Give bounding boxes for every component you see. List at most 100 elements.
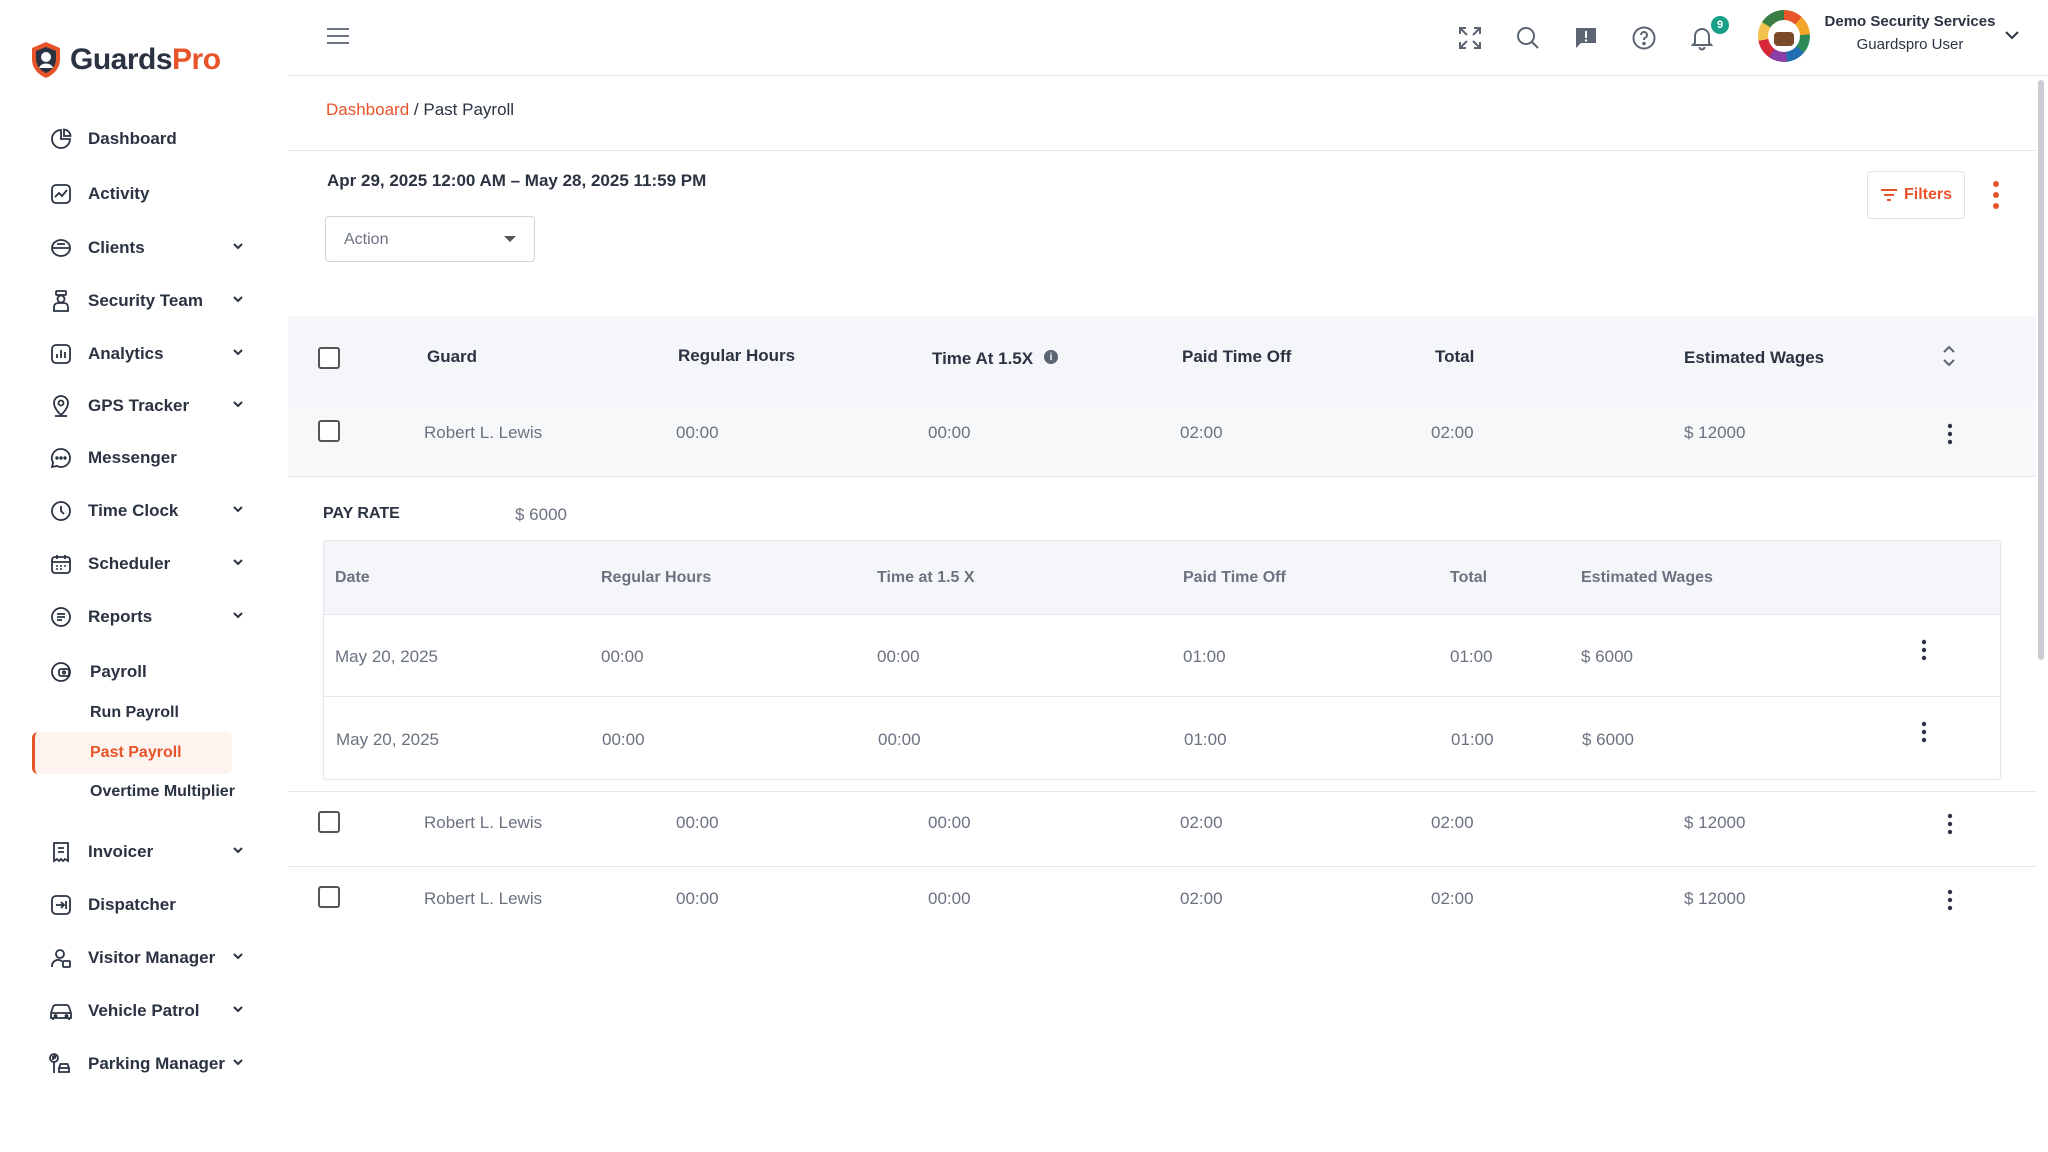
sidebar-item-label: Reports [88,607,153,626]
select-all-checkbox[interactable] [318,347,340,369]
breadcrumb-current: Past Payroll [423,100,515,119]
cell-paid-time-off: 02:00 [1180,423,1223,442]
help-icon [1632,26,1656,50]
analytics-icon [48,341,74,367]
search-button[interactable] [1512,22,1544,54]
sidebar-item-dispatcher[interactable]: Dispatcher [48,885,258,925]
cell-total: 01:00 [1450,647,1493,666]
fullscreen-button[interactable] [1454,22,1486,54]
column-header-time-1-5x: Time at 1.5 X [877,569,975,586]
sidebar-subitem-run-payroll[interactable]: Run Payroll [90,704,179,722]
sidebar-item-time-clock[interactable]: Time Clock [48,491,258,531]
column-header-guard[interactable]: Guard [427,347,477,367]
sidebar-item-gps-tracker[interactable]: GPS Tracker [48,386,258,426]
sidebar-item-dashboard[interactable]: Dashboard [48,119,258,159]
row-checkbox[interactable] [318,420,340,442]
caret-down-icon [504,236,516,242]
clock-icon [48,498,74,524]
reports-icon [48,604,74,630]
info-icon[interactable]: i [1044,350,1058,364]
column-header-total[interactable]: Total [1435,347,1474,367]
calendar-icon [48,551,74,577]
row-checkbox[interactable] [318,886,340,908]
cell-paid-time-off: 02:00 [1180,813,1223,832]
sidebar-item-security-team[interactable]: Security Team [48,281,258,321]
sidebar-item-activity[interactable]: Activity [48,174,258,214]
more-options-button[interactable] [1992,180,2000,210]
column-header-estimated-wages[interactable]: Estimated Wages [1684,348,1824,368]
parking-icon [48,1051,74,1077]
chevron-down-icon [2005,31,2019,40]
breadcrumb-separator: / [413,100,419,119]
cell-total: 02:00 [1431,813,1474,832]
sidebar-item-clients[interactable]: Clients [48,228,258,268]
help-button[interactable] [1628,22,1660,54]
user-menu-toggle[interactable] [2004,30,2020,40]
date-range: Apr 29, 2025 12:00 AM – May 28, 2025 11:… [327,171,707,190]
row-actions-button[interactable] [1946,423,1954,445]
feedback-button[interactable] [1570,22,1602,54]
sidebar-item-reports[interactable]: Reports [48,597,258,637]
chevron-down-icon [233,1059,243,1066]
table-row[interactable] [288,792,2036,866]
cell-guard: Robert L. Lewis [424,423,543,442]
column-header-paid-time-off[interactable]: Paid Time Off [1182,347,1291,367]
feedback-icon [1576,28,1596,48]
cell-time-1-5x: 00:00 [878,730,921,749]
clients-icon [48,235,74,261]
visitor-icon [48,945,74,971]
column-header-paid-time-off: Paid Time Off [1183,569,1286,586]
avatar[interactable] [1758,10,1810,62]
sidebar-item-vehicle-patrol[interactable]: Vehicle Patrol [48,991,258,1031]
chevron-down-icon [233,243,243,250]
column-header-time-1-5x[interactable]: Time At 1.5X [932,349,1033,369]
chevron-down-icon [233,296,243,303]
sidebar-item-parking-manager[interactable]: Parking Manager [48,1044,258,1084]
column-header-estimated-wages: Estimated Wages [1581,569,1713,586]
sidebar-subitem-overtime-multiplier[interactable]: Overtime Multiplier [90,783,235,801]
row-actions-button[interactable] [1920,721,1928,743]
table-row[interactable] [288,402,2036,476]
sort-button[interactable] [1942,344,1956,368]
daily-row: May 20, 2025 00:00 00:00 01:00 01:00 $ 6… [324,698,2000,780]
column-header-total: Total [1450,569,1488,586]
cell-guard: Robert L. Lewis [424,889,543,908]
filters-button[interactable]: Filters [1867,171,1965,219]
column-header-regular-hours: Regular Hours [601,569,712,586]
guardspro-logo[interactable]: GuardsPro [30,38,221,82]
kebab-icon [1921,639,1927,661]
row-actions-button[interactable] [1946,889,1954,911]
row-checkbox[interactable] [318,811,340,833]
chevron-down-icon [233,506,243,513]
row-actions-button[interactable] [1946,813,1954,835]
sidebar-item-messenger[interactable]: Messenger [48,438,258,478]
sidebar-item-payroll[interactable]: Payroll [48,652,258,692]
menu-toggle-button[interactable] [326,26,350,46]
invoice-icon [48,839,74,865]
cell-guard: Robert L. Lewis [424,813,543,832]
scrollbar-thumb[interactable] [2038,80,2044,660]
sidebar-item-label: Vehicle Patrol [88,1001,200,1020]
cell-time-1-5x: 00:00 [928,813,971,832]
sidebar-item-label: Messenger [88,448,177,467]
action-dropdown-value: Action [344,231,389,248]
chevron-down-icon [233,847,243,854]
cell-regular-hours: 00:00 [602,730,645,749]
sidebar-item-analytics[interactable]: Analytics [48,334,258,374]
kebab-icon [1947,813,1953,835]
messenger-icon [48,445,74,471]
sidebar-item-label: Invoicer [88,842,154,861]
cell-paid-time-off: 01:00 [1184,730,1227,749]
search-icon [1517,27,1539,49]
sidebar-item-invoicer[interactable]: Invoicer [48,832,258,872]
cell-time-1-5x: 00:00 [928,889,971,908]
column-header-regular-hours[interactable]: Regular Hours [678,346,795,366]
sidebar-item-visitor-manager[interactable]: Visitor Manager [48,938,258,978]
table-row[interactable] [288,867,2036,941]
action-dropdown[interactable]: Action [325,216,535,262]
breadcrumb-dashboard-link[interactable]: Dashboard [326,100,409,119]
sidebar-item-scheduler[interactable]: Scheduler [48,544,258,584]
row-actions-button[interactable] [1920,639,1928,661]
sidebar-subitem-past-payroll[interactable]: Past Payroll [90,744,182,762]
payroll-icon [48,659,74,685]
